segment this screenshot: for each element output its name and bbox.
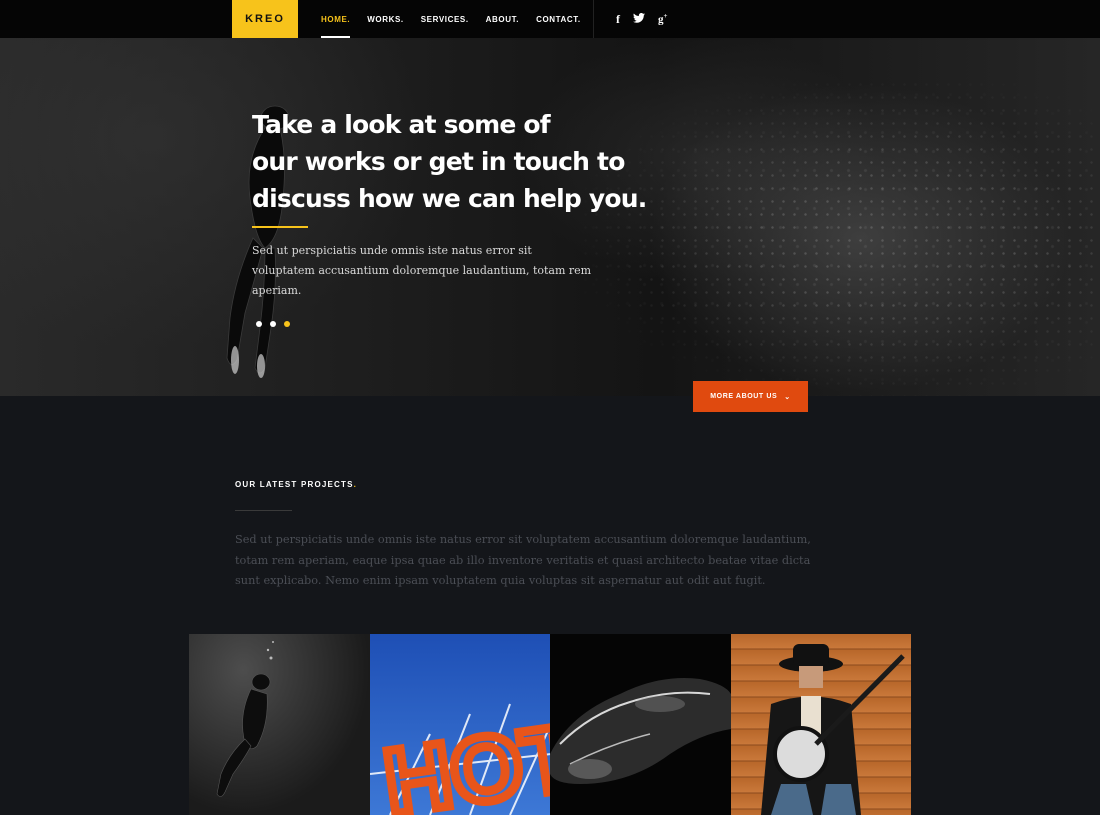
nav-divider [593,0,594,38]
hero-title-line: Take a look at some of [252,110,551,139]
projects-heading: OUR LATEST PROJECTS. [235,480,357,489]
slider-dot-active[interactable] [284,321,290,327]
slider-dot[interactable] [270,321,276,327]
hero-section: Take a look at some of our works or get … [0,38,1100,396]
projects-description: Sed ut perspiciatis unde omnis iste natu… [235,533,811,587]
car-image [550,678,731,784]
diver-image [216,641,274,797]
project-tile-car[interactable] [550,634,731,815]
section-divider [235,510,292,511]
nav-item-home[interactable]: HOME. [321,0,351,38]
project-tile-diver[interactable] [189,634,370,815]
slider-dots [256,321,290,327]
project-gallery: HOT [189,634,911,815]
nav-item-contact[interactable]: CONTACT. [536,0,581,38]
hotel-sign-image: HOT [369,702,550,815]
social-links: f g+ [616,0,668,38]
nav-item-works[interactable]: WORKS. [367,0,404,38]
project-tile-hotel-sign[interactable]: HOT [369,634,550,815]
chevron-down-icon: ⌄ [784,393,791,401]
more-about-us-button[interactable]: MORE ABOUT US ⌄ [693,381,808,412]
logo[interactable]: KREO [232,0,298,38]
title-accent-line [252,226,308,228]
hero-title-line: discuss how we can help you. [252,184,647,213]
top-navigation-bar: KREO HOME. WORKS. SERVICES. ABOUT. CONTA… [0,0,1100,38]
hero-title: Take a look at some of our works or get … [252,106,672,217]
more-about-us-label: MORE ABOUT US [710,393,778,400]
projects-heading-text: OUR LATEST PROJECTS [235,480,354,489]
main-nav: HOME. WORKS. SERVICES. ABOUT. CONTACT. [321,0,598,38]
projects-heading-dot: . [353,480,358,489]
twitter-icon[interactable] [633,12,645,26]
slider-dot[interactable] [256,321,262,327]
facebook-icon[interactable]: f [616,12,620,27]
hotel-sign-text: HOT [378,706,550,815]
nav-item-services[interactable]: SERVICES. [421,0,469,38]
project-tile-banjo-player[interactable] [730,634,911,815]
google-plus-icon[interactable]: g+ [658,12,668,26]
hero-title-line: our works or get in touch to [252,147,625,176]
banjo-player-image [760,644,905,815]
hero-description: Sed ut perspiciatis unde omnis iste natu… [252,244,592,297]
nav-item-about[interactable]: ABOUT. [486,0,519,38]
